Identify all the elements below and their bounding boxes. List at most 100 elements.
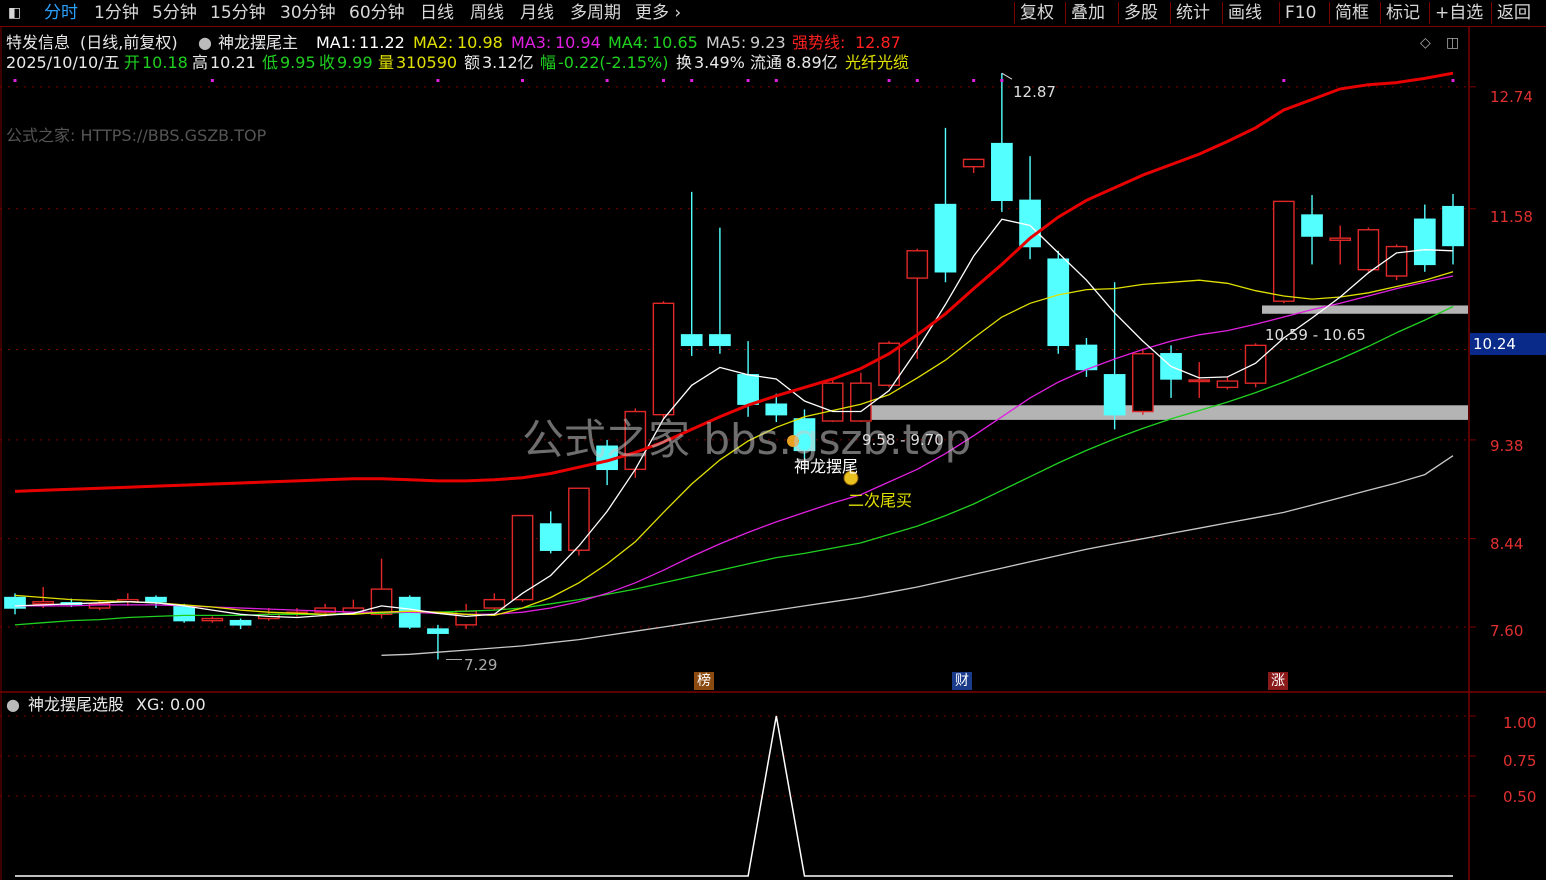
candle-body	[680, 334, 703, 347]
turn-label: 换	[676, 53, 693, 72]
sub-collapse-icon[interactable]: ●	[6, 695, 20, 715]
candle-body	[991, 142, 1013, 202]
chg-value: -0.22(-2.15%)	[558, 53, 669, 72]
indicator-name[interactable]: 神龙摆尾主	[218, 33, 298, 53]
zone2-label: 10.59 - 10.65	[1265, 326, 1366, 344]
signal-dot	[436, 79, 440, 82]
candle-body	[1413, 218, 1436, 266]
turn-value: 3.49%	[694, 53, 745, 72]
signal-dot	[887, 79, 891, 82]
vol-label: 量	[378, 53, 395, 72]
candle-body	[483, 598, 506, 609]
window-toggle-icon[interactable]: ◫	[1446, 33, 1459, 53]
candle-body	[1385, 245, 1408, 277]
date: 2025/10/10/五	[6, 53, 120, 72]
candle-body	[145, 596, 167, 603]
zone1-label: 9.58 - 9.70	[862, 431, 944, 449]
signal-dot	[774, 79, 778, 82]
trough-label: 7.29	[464, 656, 498, 674]
signal-dot	[690, 79, 694, 82]
sub-tick-3: 0.50	[1503, 788, 1537, 806]
signal-dot	[210, 79, 214, 82]
support-zone-1	[1262, 305, 1468, 314]
sub-tick-1: 1.00	[1503, 714, 1537, 732]
candle-body	[1244, 344, 1267, 384]
strong-line-label: 强势线:	[792, 33, 846, 52]
ma1-label: MA1:	[316, 33, 357, 52]
signal-dot	[746, 79, 750, 82]
candle-body	[709, 334, 731, 347]
xg-line	[15, 715, 1453, 877]
collapse-icon[interactable]: ●	[198, 33, 212, 53]
candle-body	[765, 403, 788, 416]
low-value: 9.95	[280, 53, 316, 72]
candle-body	[1188, 379, 1211, 383]
float-label: 流通	[750, 53, 783, 72]
candle-body	[511, 514, 534, 601]
signal-dot	[1282, 79, 1286, 82]
price-tick-6: 7.60	[1490, 622, 1524, 640]
chg-label: 幅	[540, 53, 557, 72]
candle-body	[229, 619, 252, 626]
price-tick-1: 12.74	[1490, 88, 1533, 106]
signal-dot	[1000, 79, 1004, 82]
open-value: 10.18	[142, 53, 188, 72]
candle-body	[1103, 374, 1126, 416]
candle-body	[539, 523, 562, 551]
diamond-icon[interactable]: ◇	[1420, 33, 1431, 53]
ma4-value: 10.65	[652, 33, 698, 52]
close-label: 收	[319, 53, 336, 72]
candle-body	[370, 588, 393, 616]
candle-body	[1301, 214, 1323, 237]
signal-dot	[662, 79, 666, 82]
signal-dot	[13, 79, 17, 82]
mark-cai[interactable]: 财	[952, 672, 972, 690]
sub-indicator-title[interactable]: 神龙摆尾选股	[28, 695, 124, 715]
candle-body	[1047, 258, 1070, 347]
sector-tag[interactable]: 光纤光缆	[845, 53, 909, 73]
candle-body	[906, 250, 929, 279]
close-value: 9.99	[337, 53, 373, 72]
peak-arrow	[1001, 72, 1013, 80]
xg-label: XG:	[136, 695, 165, 714]
stock-name[interactable]: 特发信息	[6, 33, 70, 53]
ma3-value: 10.94	[555, 33, 601, 52]
high-value: 10.21	[210, 53, 256, 72]
amt-label: 额	[464, 53, 481, 72]
ma2-label: MA2:	[413, 33, 454, 52]
ma4-line	[14, 305, 1454, 626]
candle-body	[1131, 353, 1154, 413]
ma4-label: MA4:	[608, 33, 649, 52]
mark-bang[interactable]: 榜	[694, 672, 714, 690]
signal-dot	[605, 79, 609, 82]
signal-dot	[521, 79, 525, 82]
ma5-line	[381, 455, 1454, 656]
high-label: 高	[192, 53, 209, 72]
open-label: 开	[124, 53, 141, 72]
candle-body	[32, 601, 55, 605]
mark-zhang[interactable]: 涨	[1268, 672, 1288, 690]
low-label: 低	[262, 53, 279, 72]
sub-tick-2: 0.75	[1503, 752, 1537, 770]
ma2-value: 10.98	[457, 33, 503, 52]
mode-label: (日线,前复权)	[80, 33, 178, 52]
candle-body	[1216, 380, 1239, 389]
price-tick-5: 8.44	[1490, 535, 1524, 553]
candle-body	[568, 487, 590, 551]
ma3-label: MA3:	[511, 33, 552, 52]
signal-second-buy-label: 二次尾买	[848, 491, 913, 510]
xg-value: 0.00	[170, 695, 206, 714]
ma1-value: 11.22	[359, 33, 405, 52]
signal-dot	[915, 79, 919, 82]
ma5-label: MA5:	[706, 33, 747, 52]
candle-body	[962, 158, 985, 168]
vol-value: 310590	[396, 53, 458, 72]
price-tick-4: 9.38	[1490, 437, 1524, 455]
candle-body	[737, 374, 759, 405]
candle-body	[652, 302, 675, 416]
candle-body	[1357, 229, 1380, 271]
candle-body	[1075, 344, 1098, 371]
candle-body	[934, 203, 957, 273]
float-value: 8.89亿	[786, 53, 838, 72]
site-watermark: 公式之家: HTTPS://BBS.GSZB.TOP	[6, 126, 267, 145]
